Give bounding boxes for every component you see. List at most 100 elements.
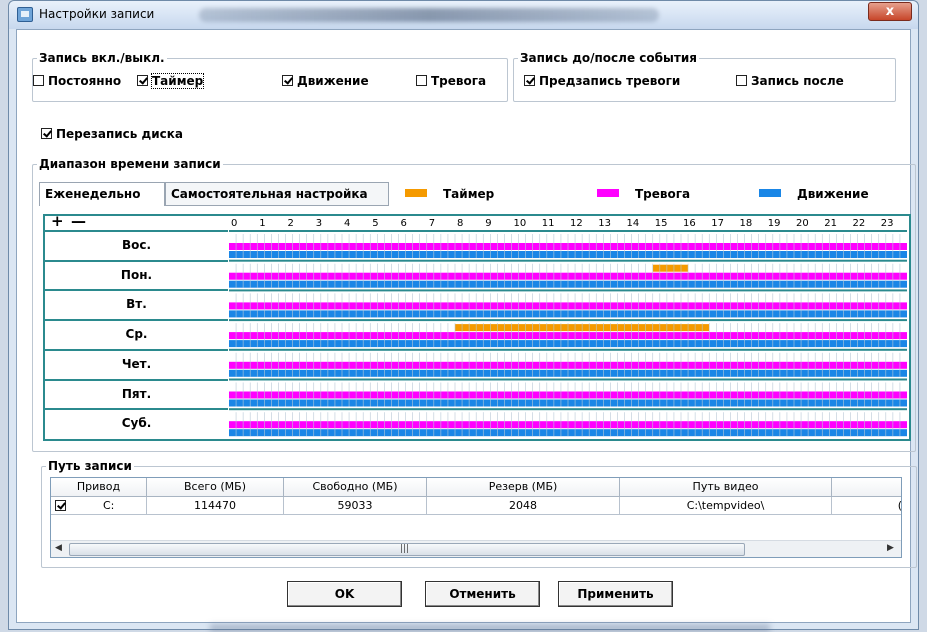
col-reserve[interactable]: Резерв (МБ): [427, 478, 620, 497]
row-separator: [229, 348, 907, 351]
alarm-label: Тревога: [431, 74, 487, 88]
day-row-label[interactable]: Ср.: [45, 319, 228, 348]
timer-swatch: [405, 189, 427, 197]
overwrite-disk-checkbox[interactable]: Перезапись диска: [41, 126, 183, 142]
zoom-controls: + —: [45, 212, 227, 230]
apply-button[interactable]: Применить: [558, 581, 673, 607]
prerecord-alarm-label: Предзапись тревоги: [539, 74, 681, 88]
hour-label: 17: [711, 218, 724, 229]
row-separator: [229, 289, 907, 292]
postrecord-label: Запись после: [751, 74, 844, 88]
free-value: 59033: [284, 497, 427, 515]
day-row-label[interactable]: Вт.: [45, 289, 228, 318]
hour-scale: 0 1 2 3 4 5 6 7 8 9 10 11 12 13 14 15 16 17 18 19 20 21 22 23: [229, 218, 907, 230]
hour-label: 22: [852, 218, 866, 229]
window-title: Настройки записи: [39, 7, 155, 21]
hour-label: 23: [880, 218, 894, 229]
scroll-right-icon[interactable]: ▶: [887, 543, 894, 553]
prerecord-alarm-checkbox[interactable]: Предзапись тревоги: [524, 73, 680, 89]
col-drive[interactable]: Привод: [51, 478, 147, 497]
col-extra[interactable]: [832, 478, 901, 497]
col-video-path[interactable]: Путь видео: [620, 478, 832, 497]
motion-label: Движение: [297, 74, 369, 88]
alarm-swatch: [597, 189, 619, 197]
row-separator: [229, 378, 907, 381]
tab-weekly[interactable]: Еженедельно: [39, 182, 165, 206]
record-onoff-title: Запись вкл./выкл.: [37, 50, 167, 66]
hour-label: 7: [428, 218, 436, 229]
row-separator: [229, 408, 907, 411]
schedule-title: Диапазон времени записи: [37, 156, 223, 172]
dialog-body: Запись вкл./выкл. Постоянно Таймер Движе…: [16, 29, 917, 623]
day-row-label[interactable]: Пон.: [45, 259, 228, 289]
timer-bar[interactable]: [652, 264, 689, 272]
video-path-value: C:\tempvideo\: [620, 497, 832, 515]
postrecord-checkbox[interactable]: Запись после: [736, 73, 844, 89]
hour-label: 12: [570, 218, 583, 229]
hour-label: 2: [287, 218, 294, 229]
hour-label: 0: [231, 218, 238, 229]
extra-value: (: [832, 497, 901, 515]
record-path-title: Путь записи: [46, 458, 134, 474]
row-separator: [229, 259, 907, 262]
checkbox-box: [524, 75, 535, 86]
hour-label: 19: [767, 218, 781, 229]
record-event-group: Запись до/после события Предзапись трево…: [513, 50, 896, 102]
ok-button[interactable]: OK: [287, 581, 402, 607]
drive-value: C:: [103, 499, 115, 512]
schedule-bars[interactable]: [229, 230, 907, 439]
col-free[interactable]: Свободно (МБ): [284, 478, 427, 497]
hour-label: 14: [626, 218, 640, 229]
zoom-in-button[interactable]: +: [51, 212, 64, 230]
record-settings-window: Настройки записи x Запись вкл./выкл. Пос…: [8, 0, 919, 630]
legend-alarm-label: Тревога: [635, 187, 691, 201]
continuous-checkbox[interactable]: Постоянно: [33, 73, 121, 89]
legend-alarm: Тревога: [597, 186, 690, 202]
legend-timer: Таймер: [405, 186, 494, 202]
legend-motion-label: Движение: [797, 187, 869, 201]
hour-label: 9: [485, 218, 492, 229]
motion-checkbox[interactable]: Движение: [282, 73, 369, 89]
grip-icon: |||: [400, 544, 410, 554]
record-onoff-group: Запись вкл./выкл. Постоянно Таймер Движе…: [32, 50, 508, 102]
hour-label: 13: [598, 218, 611, 229]
record-event-title: Запись до/после события: [518, 50, 699, 66]
tab-custom[interactable]: Самостоятельная настройка: [165, 182, 389, 206]
hour-label: 10: [513, 218, 527, 229]
day-row-label[interactable]: Пят.: [45, 378, 228, 408]
table-row-drive[interactable]: C:: [51, 497, 147, 515]
day-row-label[interactable]: Чет.: [45, 348, 228, 378]
checkbox-box: [282, 75, 293, 86]
hour-label: 11: [541, 218, 555, 229]
app-icon: [17, 7, 33, 22]
checkbox-box: [736, 75, 747, 86]
hour-label: 1: [259, 218, 266, 229]
title-bar-blurred-area: [199, 8, 659, 22]
cancel-button[interactable]: Отменить: [425, 581, 540, 607]
reserve-value: 2048: [427, 497, 620, 515]
hour-label: 21: [824, 218, 837, 229]
col-total[interactable]: Всего (МБ): [147, 478, 284, 497]
checkbox-box: [33, 75, 44, 86]
alarm-checkbox[interactable]: Тревога: [416, 73, 486, 89]
hour-label: 20: [796, 218, 809, 229]
overwrite-disk-label: Перезапись диска: [56, 127, 184, 141]
scrollbar-thumb[interactable]: |||: [69, 543, 745, 556]
hour-label: 16: [683, 218, 696, 229]
schedule-grid: + — 0 1 2 3 4 5 6 7 8 9 10 11 12 13 14 15 16 17 18 19 20 21 22…: [43, 212, 911, 441]
legend-timer-label: Таймер: [443, 187, 495, 201]
scroll-left-icon[interactable]: ◀: [55, 543, 62, 553]
horizontal-scrollbar[interactable]: ◀ ||| ▶: [51, 540, 901, 557]
drive-checkbox[interactable]: [55, 500, 66, 511]
day-row-label[interactable]: Вос.: [45, 230, 228, 259]
hour-label: 3: [315, 218, 323, 229]
day-row-label[interactable]: Суб.: [45, 408, 228, 437]
zoom-out-button[interactable]: —: [71, 212, 86, 230]
close-button[interactable]: x: [868, 2, 912, 21]
checkbox-box: [41, 128, 52, 139]
title-bar[interactable]: Настройки записи x: [9, 1, 918, 29]
record-path-group: Путь записи Привод Всего (МБ) Свободно (…: [41, 458, 917, 568]
timer-checkbox[interactable]: Таймер: [137, 73, 205, 89]
checkbox-box: [137, 75, 148, 86]
total-value: 114470: [147, 497, 284, 515]
